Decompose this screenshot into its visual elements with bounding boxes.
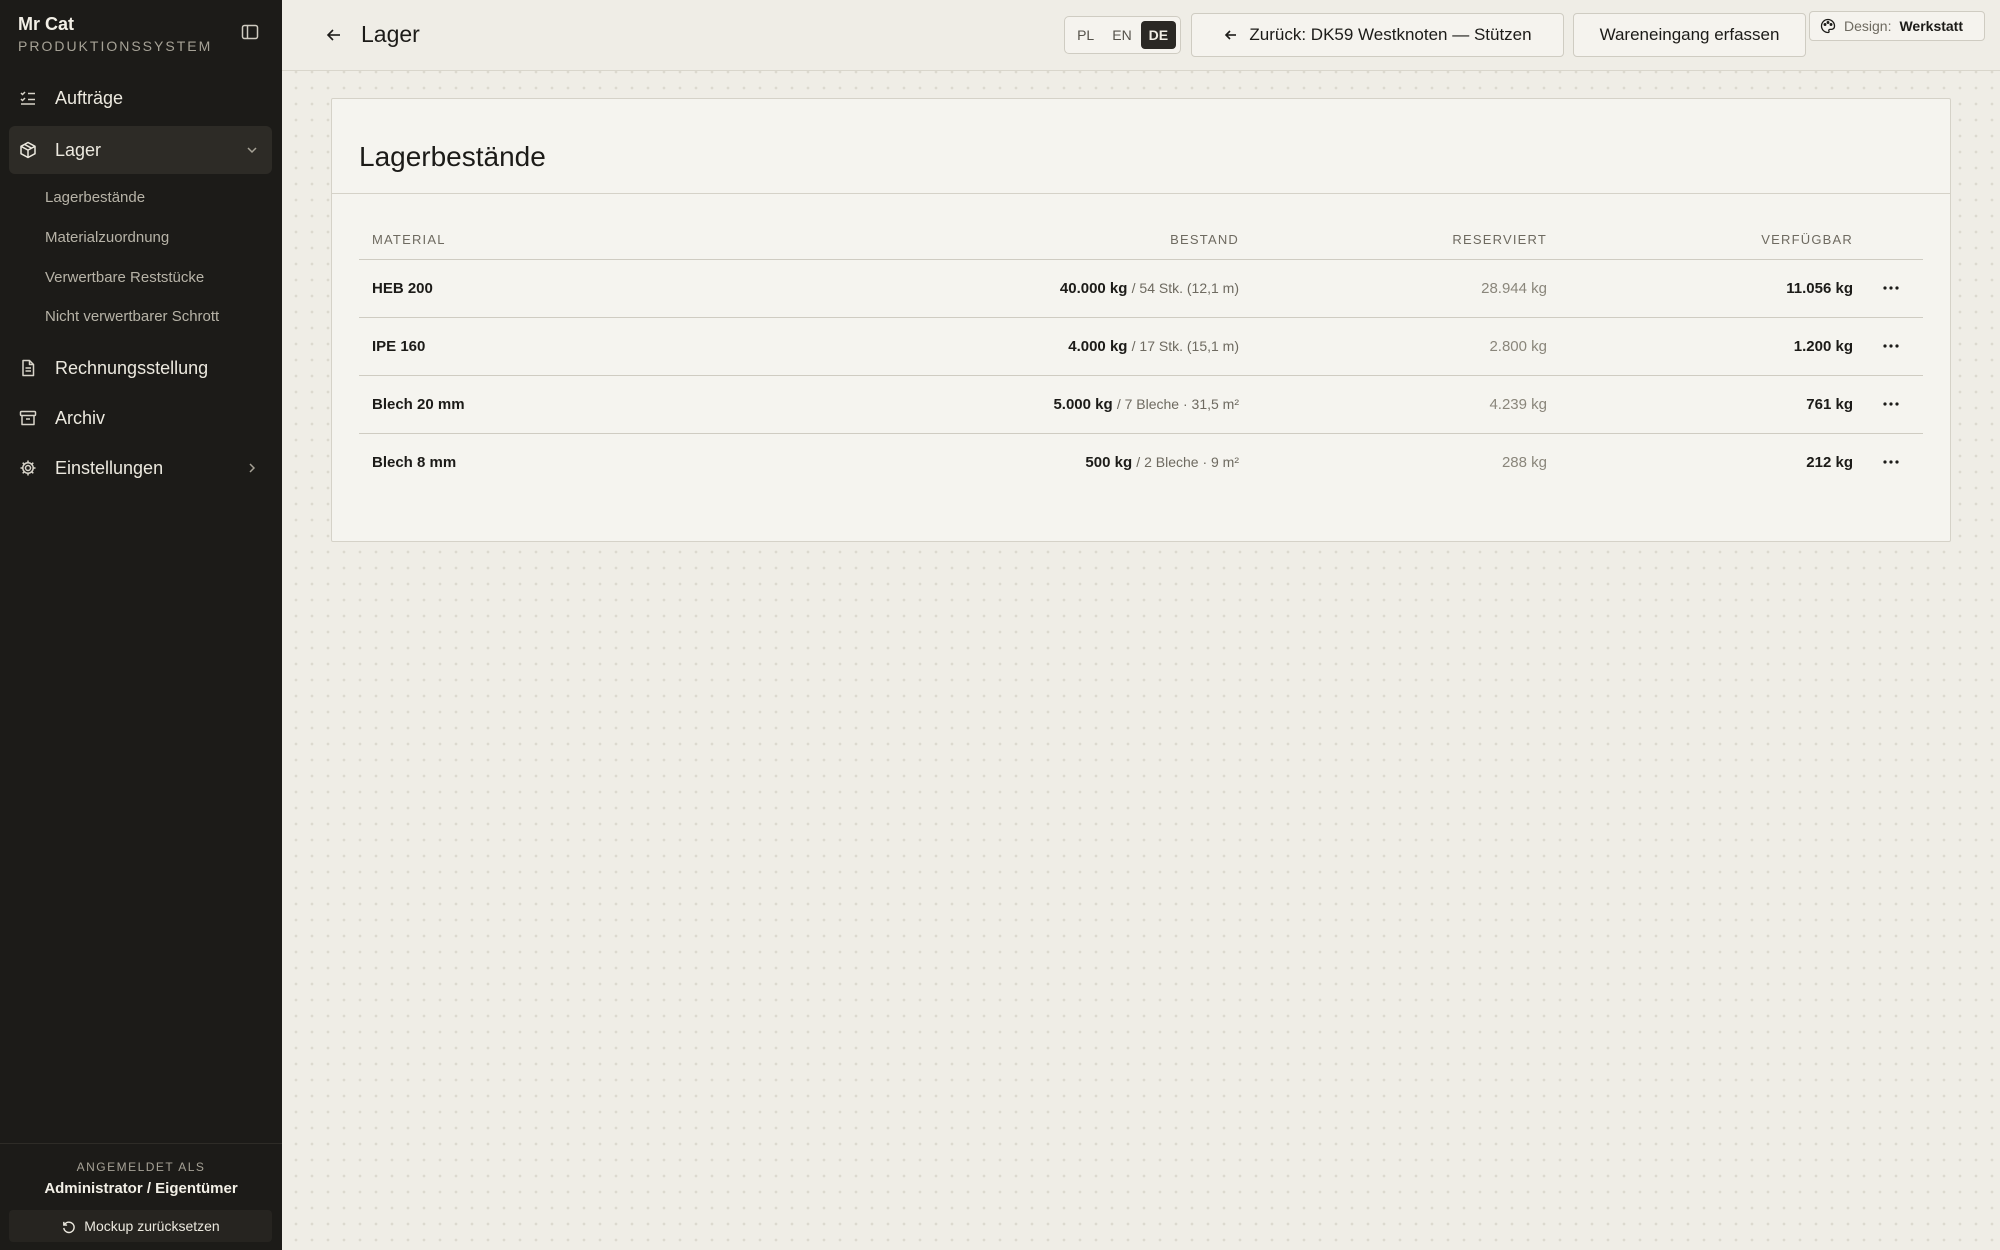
sidebar: Mr Cat PRODUKTIONSSYSTEM Aufträge Lager … [0, 0, 282, 1250]
reset-mockup-button[interactable]: Mockup zurücksetzen [9, 1210, 272, 1242]
logged-in-caption: ANGEMELDET ALS [76, 1160, 206, 1174]
cell-stock: 40.000 kg / 54 Stk. (12,1 m) [1060, 280, 1239, 297]
more-horizontal-icon[interactable] [1879, 334, 1903, 358]
nav-label-stock: Lager [55, 139, 102, 160]
cell-reserved: 2.800 kg [1489, 338, 1547, 355]
stock-weight: 40.000 kg [1059, 280, 1128, 297]
cell-available: 11.056 kg [1786, 280, 1853, 297]
column-header-reserved[interactable]: RESERVIERT [1452, 232, 1547, 247]
cell-reserved: 288 kg [1501, 454, 1547, 471]
nav-item-settings[interactable]: Einstellungen [9, 444, 272, 492]
top-bar: Lager PL EN DE Zurück: DK59 Westknoten —… [282, 0, 2000, 71]
nav-item-stock[interactable]: Lager [9, 126, 272, 174]
sidebar-toggle-icon[interactable] [240, 22, 262, 44]
column-header-available[interactable]: VERFÜGBAR [1761, 232, 1853, 247]
language-switcher: PL EN DE [1064, 16, 1181, 54]
chevron-right-icon [244, 460, 260, 476]
table-row[interactable]: Blech 8 mm 500 kg / 2 Bleche · 9 m² 288 … [359, 434, 1923, 492]
nav-item-orders[interactable]: Aufträge [9, 74, 272, 122]
goods-receipt-button[interactable]: Wareneingang erfassen [1573, 13, 1806, 57]
stock-detail: / 54 Stk. (12,1 m) [1131, 280, 1239, 296]
stock-detail: / 17 Stk. (15,1 m) [1131, 338, 1239, 354]
table-row[interactable]: HEB 200 40.000 kg / 54 Stk. (12,1 m) 28.… [359, 260, 1923, 318]
sidebar-subitem-material-allocation[interactable]: Materialzuordnung [45, 229, 169, 246]
design-value: Werkstatt [1899, 18, 1964, 34]
cell-stock: 5.000 kg / 7 Bleche · 31,5 m² [1053, 396, 1239, 413]
nav-label-settings: Einstellungen [55, 457, 164, 478]
reset-mockup-label: Mockup zurücksetzen [84, 1218, 220, 1234]
brand-subtitle: PRODUKTIONSSYSTEM [18, 38, 213, 54]
sidebar-subitem-usable-remnants[interactable]: Verwertbare Reststücke [45, 269, 204, 286]
cell-material: Blech 20 mm [372, 396, 465, 413]
stock-detail: / 7 Bleche · 31,5 m² [1116, 396, 1239, 412]
arrow-left-icon [1225, 30, 1237, 40]
cell-reserved: 28.944 kg [1481, 280, 1547, 297]
brand-name: Mr Cat [18, 14, 75, 34]
stock-weight: 5.000 kg [1053, 396, 1113, 413]
lang-option-pl[interactable]: PL [1068, 21, 1103, 49]
lang-option-de[interactable]: DE [1140, 21, 1176, 49]
page-title: Lager [361, 21, 420, 47]
chevron-down-icon [244, 142, 260, 158]
gear-icon [19, 459, 37, 477]
cell-available: 212 kg [1806, 454, 1853, 471]
stock-weight: 500 kg [1085, 454, 1133, 471]
rotate-ccw-icon [63, 1220, 76, 1233]
cell-material: Blech 8 mm [372, 454, 457, 471]
table-row[interactable]: Blech 20 mm 5.000 kg / 7 Bleche · 31,5 m… [359, 376, 1923, 434]
stock-table: MATERIAL BESTAND RESERVIERT VERFÜGBAR HE… [359, 227, 1923, 492]
list-check-icon [19, 89, 37, 107]
cell-material: IPE 160 [372, 338, 426, 355]
stock-levels-card: Lagerbestände MATERIAL BESTAND RESERVIER… [331, 98, 1951, 542]
cell-available: 761 kg [1806, 396, 1853, 413]
cell-reserved: 4.239 kg [1489, 396, 1547, 413]
back-to-order-label: Zurück: DK59 Westknoten — Stützen [1249, 25, 1532, 44]
nav-label-invoicing: Rechnungsstellung [55, 357, 209, 378]
more-horizontal-icon[interactable] [1879, 392, 1903, 416]
column-header-stock[interactable]: BESTAND [1170, 232, 1239, 247]
more-horizontal-icon[interactable] [1879, 276, 1903, 300]
stock-weight: 4.000 kg [1068, 338, 1128, 355]
card-divider [332, 193, 1950, 194]
stock-detail: / 2 Bleche · 9 m² [1136, 454, 1239, 470]
cell-available: 1.200 kg [1793, 338, 1853, 355]
column-header-material[interactable]: MATERIAL [372, 232, 446, 247]
nav-item-archive[interactable]: Archiv [9, 394, 272, 442]
lang-option-en[interactable]: EN [1104, 21, 1139, 49]
document-icon [19, 359, 37, 377]
card-title: Lagerbestände [359, 141, 546, 172]
design-caption: Design: [1844, 18, 1892, 34]
current-user: Administrator / Eigentümer [44, 1180, 238, 1197]
table-header: MATERIAL BESTAND RESERVIERT VERFÜGBAR [359, 227, 1923, 260]
cell-material: HEB 200 [372, 280, 433, 297]
cell-stock: 500 kg / 2 Bleche · 9 m² [1085, 454, 1239, 471]
palette-icon [1820, 18, 1836, 34]
sidebar-footer: ANGEMELDET ALS Administrator / Eigentüme… [0, 1143, 282, 1242]
package-icon [19, 141, 37, 159]
design-selector[interactable]: Design: Werkstatt [1809, 11, 1985, 41]
cell-stock: 4.000 kg / 17 Stk. (15,1 m) [1068, 338, 1239, 355]
archive-box-icon [19, 409, 37, 427]
more-horizontal-icon[interactable] [1879, 450, 1903, 474]
back-to-order-button[interactable]: Zurück: DK59 Westknoten — Stützen [1191, 13, 1564, 57]
table-row[interactable]: IPE 160 4.000 kg / 17 Stk. (15,1 m) 2.80… [359, 318, 1923, 376]
arrow-left-icon[interactable] [324, 25, 344, 45]
goods-receipt-label: Wareneingang erfassen [1599, 25, 1780, 44]
brand: Mr Cat PRODUKTIONSSYSTEM [18, 14, 212, 54]
nav-item-invoicing[interactable]: Rechnungsstellung [9, 344, 272, 392]
nav-label-orders: Aufträge [55, 87, 124, 108]
sidebar-subitem-scrap[interactable]: Nicht verwertbarer Schrott [45, 308, 219, 325]
sidebar-subitem-stock-levels[interactable]: Lagerbestände [45, 189, 145, 206]
nav-label-archive: Archiv [55, 407, 106, 428]
